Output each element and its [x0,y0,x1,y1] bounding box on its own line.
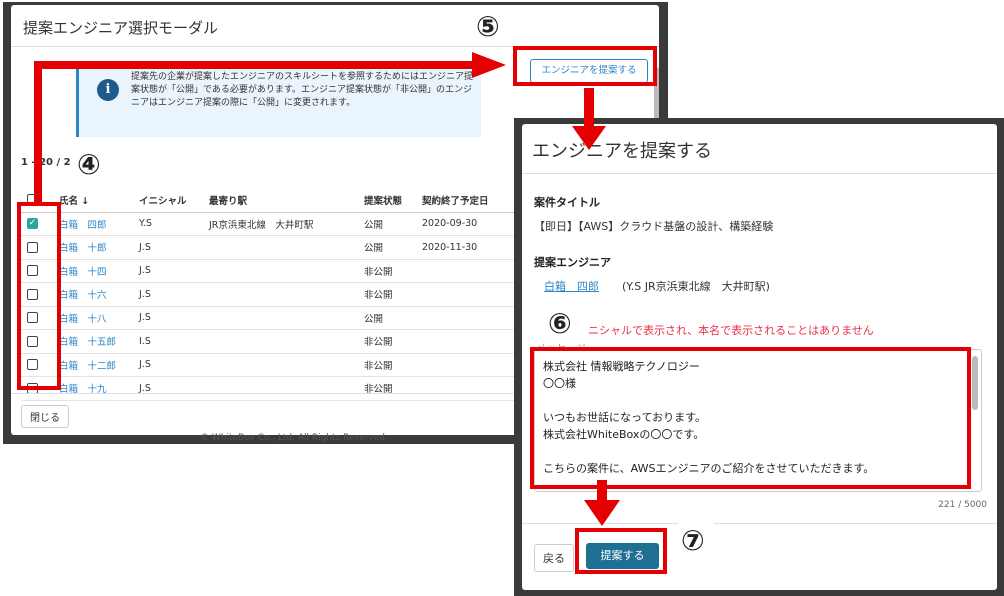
step4-badge: ④ [77,148,101,181]
step5-badge: ⑤ [476,10,500,43]
arrow-6-to-7 [584,480,620,526]
step7-badge: ⑦ [681,524,705,557]
arrow-5-to-modal [572,88,606,150]
arrow-4-to-5 [34,52,506,206]
arrow-overlay [34,52,620,526]
step6-badge: ⑥ [548,307,572,340]
